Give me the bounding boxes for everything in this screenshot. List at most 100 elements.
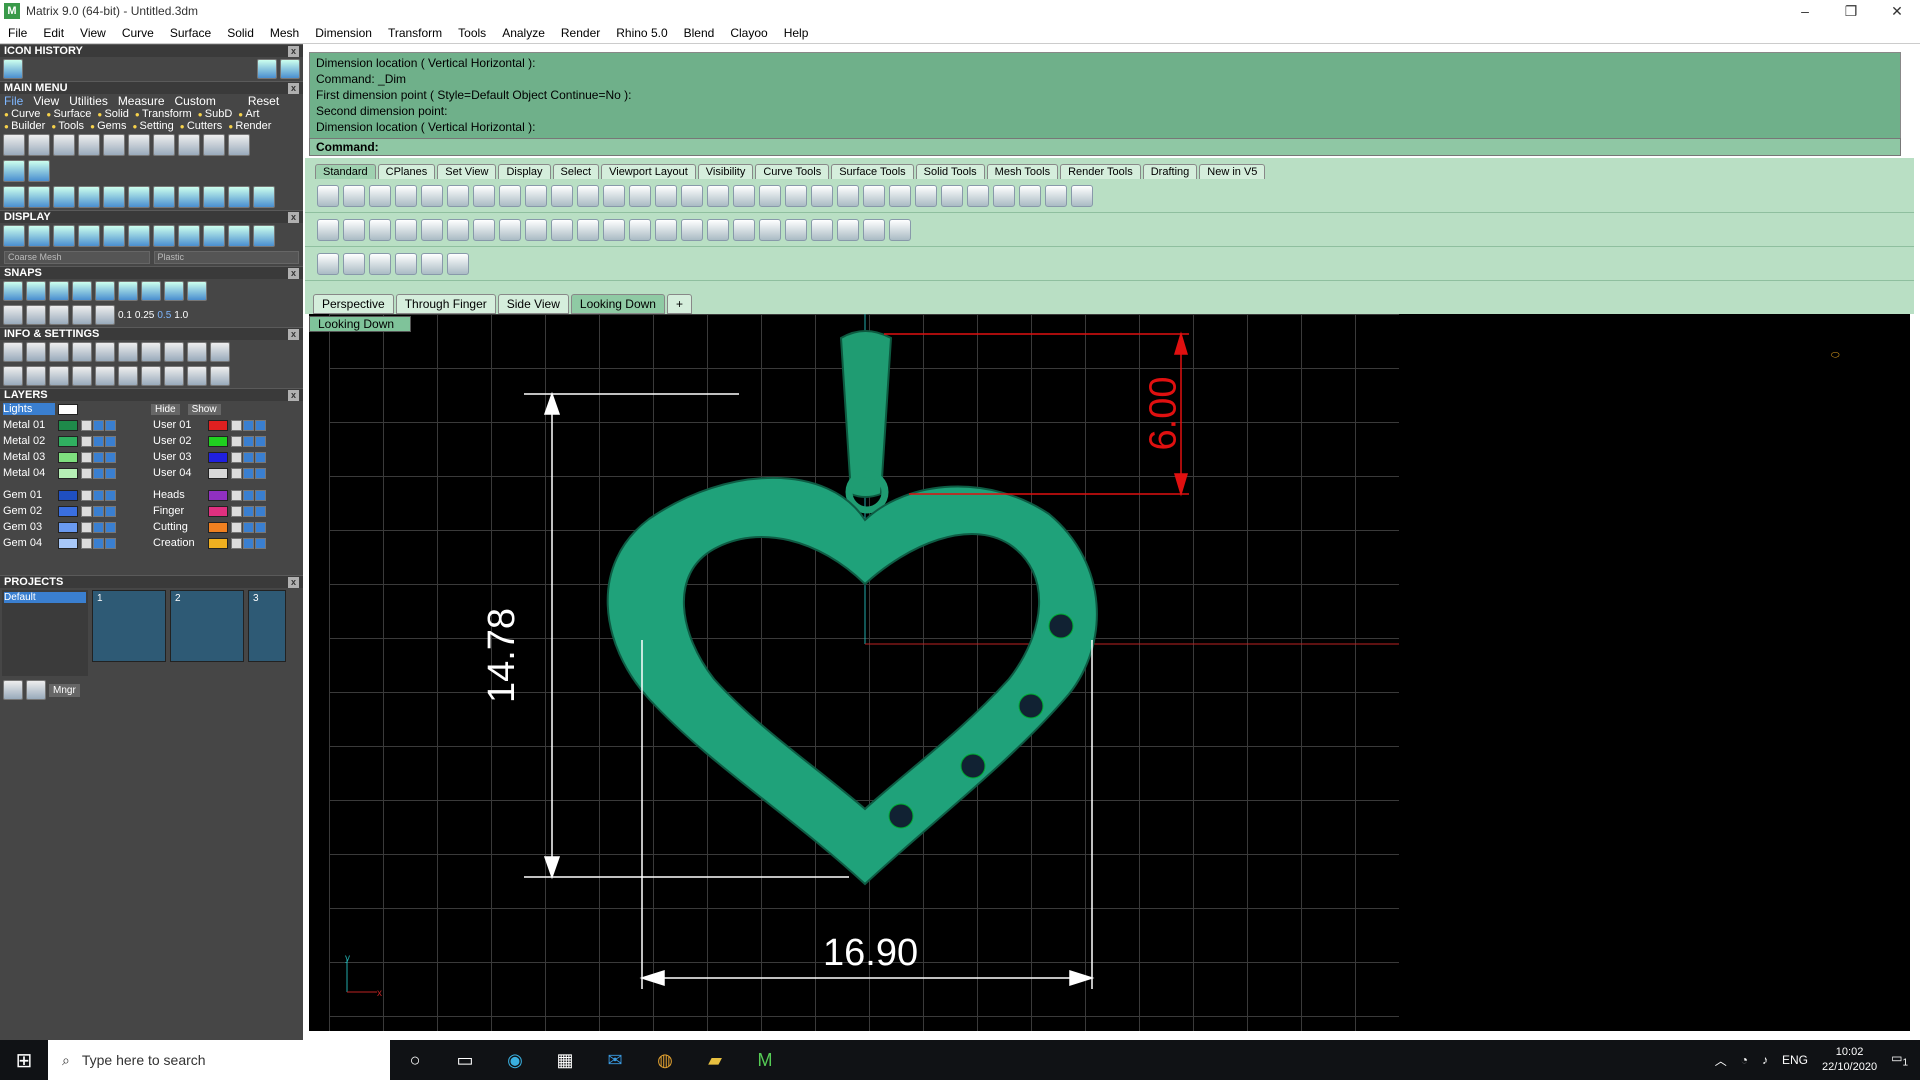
move-icon[interactable] (103, 186, 125, 208)
up-icon[interactable] (26, 680, 46, 700)
select-icon[interactable] (228, 186, 250, 208)
tab-side-view[interactable]: Side View (497, 294, 569, 314)
menu-render[interactable]: Render (553, 26, 608, 40)
monitor-icon[interactable] (26, 366, 46, 386)
visibility-icon[interactable] (243, 467, 254, 479)
menu-transform[interactable]: Transform (380, 26, 450, 40)
opt-surface[interactable]: Surface (46, 108, 91, 120)
print-toggle-icon[interactable] (255, 505, 266, 517)
filter-icon[interactable] (95, 366, 115, 386)
snap-value-1[interactable]: 0.1 (118, 310, 132, 321)
lock-icon[interactable] (837, 184, 859, 207)
visibility-icon[interactable] (243, 489, 254, 501)
lock-icon[interactable] (81, 467, 92, 479)
visibility-icon[interactable] (93, 537, 104, 549)
layer-color-swatch[interactable] (58, 419, 78, 431)
curve-tool-icon[interactable] (3, 186, 25, 208)
close-icon[interactable]: x (288, 267, 299, 279)
layer-color-swatch[interactable] (208, 451, 228, 463)
snap-cen-icon[interactable] (95, 281, 115, 301)
print-toggle-icon[interactable] (255, 435, 266, 447)
dim-center-icon[interactable] (655, 218, 677, 241)
open-icon[interactable] (28, 134, 50, 156)
table-icon[interactable] (785, 218, 807, 241)
export-icon[interactable] (78, 134, 100, 156)
opt-transform[interactable]: Transform (135, 108, 192, 120)
copy-icon[interactable] (473, 184, 495, 207)
print-toggle-icon[interactable] (255, 467, 266, 479)
menu-edit[interactable]: Edit (35, 26, 72, 40)
spline-icon[interactable] (53, 186, 75, 208)
print-toggle-icon[interactable] (105, 467, 116, 479)
snap-point-icon[interactable] (49, 281, 69, 301)
lock-icon[interactable] (231, 505, 242, 517)
menu-view[interactable]: View (72, 26, 114, 40)
opt-render[interactable]: Render (228, 120, 271, 132)
menu-surface[interactable]: Surface (162, 26, 219, 40)
mngr-button[interactable]: Mngr (49, 683, 80, 697)
layout-icon[interactable] (3, 160, 25, 182)
user-icon[interactable] (178, 134, 200, 156)
ghosted-icon[interactable] (28, 225, 50, 247)
layer-color-swatch[interactable] (58, 537, 78, 549)
undo-icon[interactable] (525, 184, 547, 207)
toolbar-tab[interactable]: Render Tools (1060, 164, 1141, 179)
silver-ball-icon[interactable] (178, 225, 200, 247)
print-toggle-icon[interactable] (255, 451, 266, 463)
snap-value-3[interactable]: 0.5 (157, 310, 171, 321)
save-icon[interactable] (369, 184, 391, 207)
shade-icon[interactable] (915, 184, 937, 207)
image-icon[interactable] (141, 366, 161, 386)
properties-icon[interactable] (3, 342, 23, 362)
layer-color-swatch[interactable] (208, 537, 228, 549)
layer-row[interactable]: Cutting (150, 519, 300, 535)
snap-tan-icon[interactable] (164, 281, 184, 301)
volume-icon[interactable]: ♪ (1762, 1053, 1768, 1067)
print-toggle-icon[interactable] (105, 435, 116, 447)
layer-row[interactable]: Metal 01 (0, 417, 150, 433)
print-toggle-icon[interactable] (255, 489, 266, 501)
menu-mesh[interactable]: Mesh (262, 26, 307, 40)
leader-icon[interactable] (473, 218, 495, 241)
visibility-icon[interactable] (243, 537, 254, 549)
cortana-icon[interactable]: ○ (390, 1040, 440, 1080)
toolbar-tab[interactable]: Set View (437, 164, 497, 179)
lock-icon[interactable] (81, 451, 92, 463)
dim-ordinate-icon[interactable] (577, 218, 599, 241)
technical-icon[interactable] (128, 225, 150, 247)
lock-icon[interactable] (231, 489, 242, 501)
network-icon[interactable]: ◔ (1741, 1053, 1748, 1067)
add-icon[interactable] (3, 680, 23, 700)
cube-icon[interactable] (141, 342, 161, 362)
snap-perp-icon[interactable] (141, 281, 161, 301)
zoom-selected-icon[interactable] (681, 184, 703, 207)
edge-icon[interactable]: ◉ (490, 1040, 540, 1080)
gear-icon[interactable] (49, 366, 69, 386)
taskbar-search[interactable]: ⌕ Type here to search (48, 1040, 390, 1080)
close-icon[interactable]: x (288, 82, 299, 94)
rendered-icon[interactable] (78, 225, 100, 247)
toolbar-tab[interactable]: Curve Tools (755, 164, 830, 179)
menu-solid[interactable]: Solid (219, 26, 262, 40)
close-icon[interactable]: x (288, 328, 299, 340)
layer-row[interactable]: Heads (150, 487, 300, 503)
clock[interactable]: 10:02 22/10/2020 (1822, 1045, 1877, 1075)
lock-icon[interactable] (81, 419, 92, 431)
project-thumb-3[interactable]: 3 (248, 590, 286, 662)
settings-icon[interactable] (228, 134, 250, 156)
layer-color-swatch[interactable] (58, 521, 78, 533)
layer-color-swatch[interactable] (208, 435, 228, 447)
layer-color-swatch[interactable] (58, 505, 78, 517)
snap-quad-icon[interactable] (187, 281, 207, 301)
visibility-icon[interactable] (93, 489, 104, 501)
project-list[interactable]: Default (2, 590, 88, 676)
save-icon[interactable] (103, 134, 125, 156)
tab-looking-down[interactable]: Looking Down (570, 294, 665, 314)
visibility-icon[interactable] (243, 521, 254, 533)
annotation-icon[interactable] (889, 218, 911, 241)
move-view-icon[interactable] (577, 184, 599, 207)
main-menu-file[interactable]: File (4, 94, 23, 108)
layer-row[interactable]: Metal 02 (0, 433, 150, 449)
show-button[interactable]: Show (187, 403, 221, 415)
pencil-icon[interactable] (993, 184, 1015, 207)
